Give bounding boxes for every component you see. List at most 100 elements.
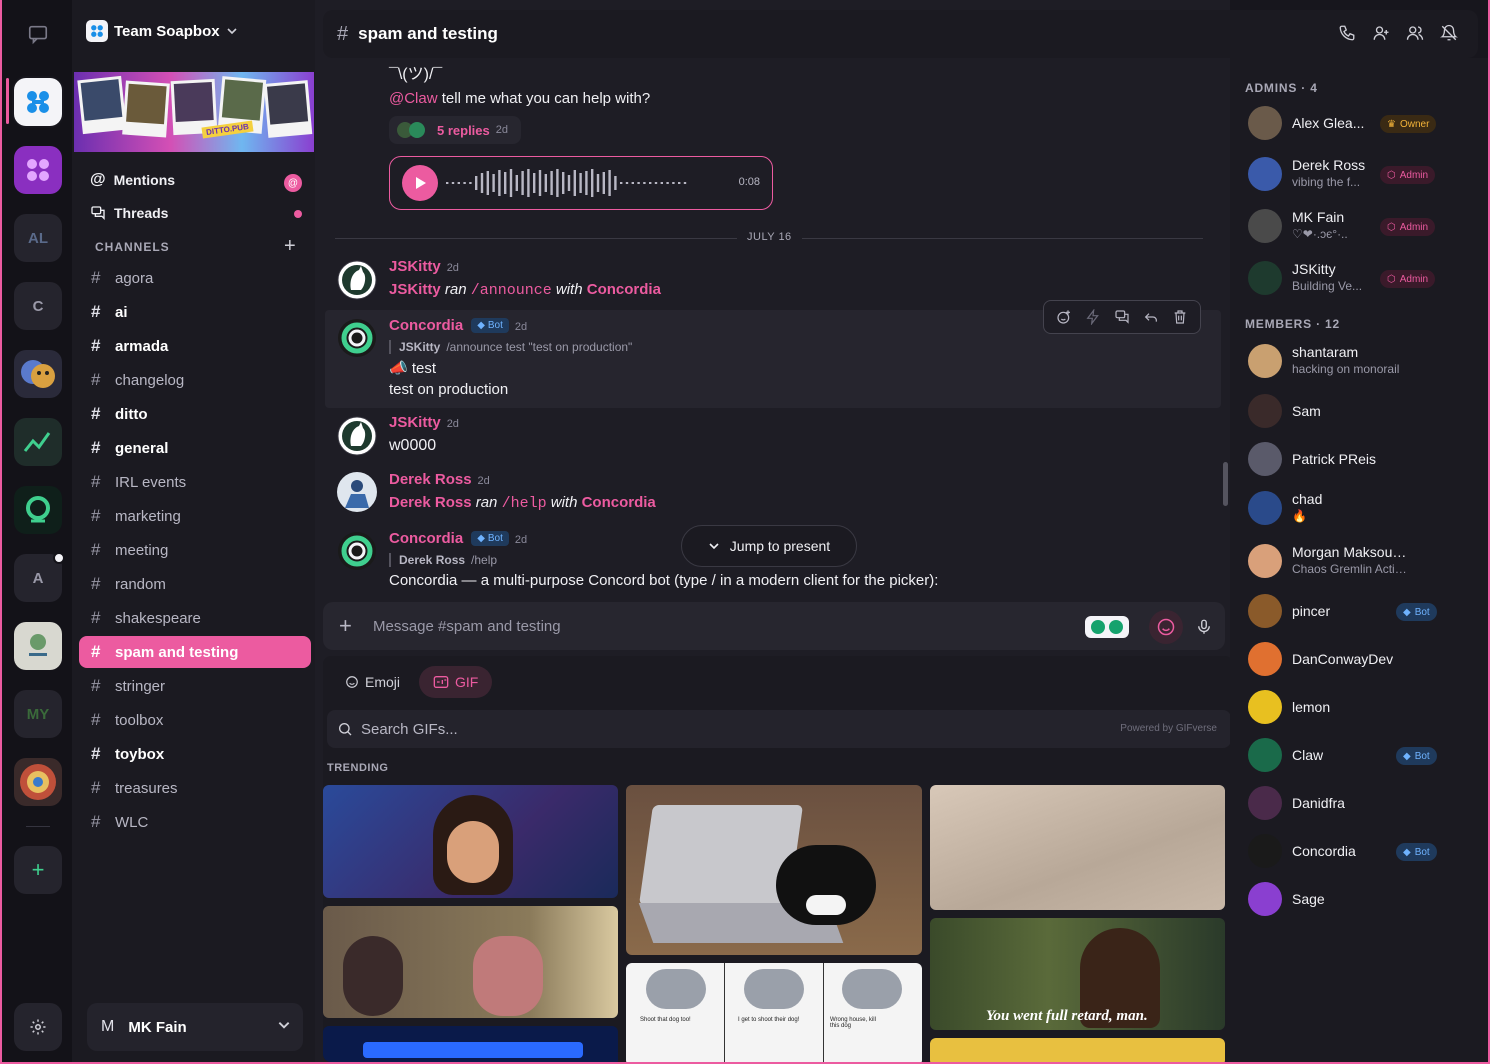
channel-item[interactable]: # toolbox [79, 704, 311, 736]
waveform-bar [446, 182, 449, 184]
gif-tile[interactable] [323, 1026, 618, 1062]
member-item[interactable]: Concordia ◆ Bot [1248, 829, 1468, 873]
avatar[interactable] [337, 531, 377, 571]
jump-to-present-button[interactable]: Jump to present [681, 525, 857, 567]
members-icon[interactable] [1406, 24, 1424, 42]
member-item[interactable]: pincer ◆ Bot [1248, 589, 1468, 633]
channel-item[interactable]: # agora [79, 262, 311, 294]
channel-item[interactable]: # ai [79, 296, 311, 328]
member-item[interactable]: lemon [1248, 685, 1468, 729]
member-item[interactable]: MK Fain ♡❤·.ɔє°·.. ⬡ Admin [1248, 204, 1468, 248]
gif-tile[interactable] [626, 785, 922, 955]
channel-item[interactable]: # armada [79, 330, 311, 362]
gif-tile[interactable]: Shoot that dog too! I get to shoot their… [626, 963, 922, 1062]
gif-tile[interactable] [930, 785, 1225, 910]
tab-gif[interactable]: GIF [419, 666, 493, 698]
play-button[interactable] [402, 165, 438, 201]
channel-item[interactable]: # stringer [79, 670, 311, 702]
emoji-button[interactable] [1149, 610, 1183, 644]
thread-icon[interactable] [1114, 309, 1130, 325]
waveform[interactable] [446, 167, 696, 199]
channel-item[interactable]: # spam and testing [79, 636, 311, 668]
mentions-link[interactable]: @ Mentions [90, 171, 175, 189]
avatar[interactable] [337, 260, 377, 300]
attach-button[interactable]: + [339, 613, 373, 639]
server-purple-soapbox[interactable] [14, 146, 62, 194]
server-team-soapbox[interactable] [14, 78, 62, 126]
channel-item[interactable]: # ditto [79, 398, 311, 430]
channel-item[interactable]: # IRL events [79, 466, 311, 498]
member-item[interactable]: Sage [1248, 877, 1468, 921]
user-panel[interactable]: M MK Fain [87, 1003, 303, 1051]
add-server-button[interactable]: + [14, 846, 62, 894]
gif-tile[interactable] [323, 906, 618, 1018]
avatar[interactable] [337, 416, 377, 456]
team-switcher[interactable]: Team Soapbox [86, 20, 238, 42]
bell-off-icon[interactable] [1440, 24, 1458, 42]
admins-header: ADMINS · 4 [1245, 81, 1318, 95]
threads-link[interactable]: Threads [90, 205, 168, 221]
trash-icon[interactable] [1172, 309, 1188, 325]
server-al[interactable]: AL [14, 214, 62, 262]
avatar[interactable] [337, 472, 377, 512]
channel-item[interactable]: # marketing [79, 500, 311, 532]
channel-item[interactable]: # meeting [79, 534, 311, 566]
add-channel-button[interactable]: + [284, 236, 296, 256]
channel-item[interactable]: # toybox [79, 738, 311, 770]
message-text: Concordia — a multi-purpose Concord bot … [389, 572, 939, 589]
add-member-icon[interactable] [1372, 24, 1390, 42]
channel-item[interactable]: # random [79, 568, 311, 600]
channel-item[interactable]: # general [79, 432, 311, 464]
reply-reference[interactable]: JSKitty/announce test "test on productio… [389, 340, 632, 354]
author-name[interactable]: Concordia [389, 530, 463, 547]
slash-command-line: JSKitty ran /announce with Concordia [389, 281, 661, 299]
server-chart[interactable] [14, 418, 62, 466]
member-item[interactable]: Claw ◆ Bot [1248, 733, 1468, 777]
member-item[interactable]: Sam [1248, 389, 1468, 433]
phone-icon[interactable] [1338, 24, 1356, 42]
avatar[interactable] [337, 318, 377, 358]
member-item[interactable]: DanConwayDev [1248, 637, 1468, 681]
tab-emoji[interactable]: Emoji [331, 666, 414, 698]
reply-icon[interactable] [1143, 309, 1159, 325]
gif-tile[interactable]: You went full retard, man. [930, 918, 1225, 1030]
channel-item[interactable]: # treasures [79, 772, 311, 804]
server-pinball[interactable] [14, 758, 62, 806]
mention-claw[interactable]: @Claw [389, 90, 438, 107]
settings-button[interactable] [14, 1003, 62, 1051]
message-input[interactable]: Message #spam and testing [373, 618, 561, 635]
chevron-down-icon[interactable] [277, 1018, 291, 1032]
member-item[interactable]: Morgan Maksoud-M... Chaos Gremlin Activel… [1248, 539, 1468, 583]
member-item[interactable]: JSKitty Building Ve... ⬡ Admin [1248, 256, 1468, 300]
member-item[interactable]: Alex Glea... ♛ Owner [1248, 101, 1468, 145]
server-my[interactable]: MY [14, 690, 62, 738]
channel-item[interactable]: # shakespeare [79, 602, 311, 634]
author-name[interactable]: Derek Ross [389, 471, 472, 488]
server-concordia[interactable] [14, 486, 62, 534]
pinball-logo-icon [20, 764, 56, 800]
member-item[interactable]: shantaram hacking on monorail [1248, 339, 1468, 383]
direct-messages-button[interactable] [14, 10, 62, 58]
add-reaction-icon[interactable] [1056, 309, 1072, 325]
reply-reference[interactable]: Derek Ross/help [389, 553, 497, 567]
gif-tile[interactable] [930, 1038, 1225, 1062]
member-item[interactable]: Danidfra [1248, 781, 1468, 825]
microphone-icon[interactable] [1195, 618, 1213, 636]
server-masks[interactable] [14, 350, 62, 398]
member-item[interactable]: Patrick PReis [1248, 437, 1468, 481]
grammarly-icon[interactable] [1085, 616, 1129, 638]
zap-icon[interactable] [1085, 309, 1101, 325]
member-item[interactable]: Derek Ross vibing the f... ⬡ Admin [1248, 152, 1468, 196]
gif-tile[interactable] [323, 785, 618, 898]
channel-item[interactable]: # changelog [79, 364, 311, 396]
gif-search-field[interactable]: Search GIFs... Powered by GIFverse [327, 710, 1231, 748]
server-c[interactable]: C [14, 282, 62, 330]
member-item[interactable]: chad 🔥 [1248, 486, 1468, 530]
author-name[interactable]: Concordia [389, 317, 463, 334]
server-stirrup[interactable] [14, 622, 62, 670]
thread-replies-button[interactable]: 5 replies 2d [389, 116, 521, 144]
channel-item[interactable]: # WLC [79, 806, 311, 838]
author-name[interactable]: JSKitty [389, 258, 441, 275]
message-scrollbar[interactable] [1223, 462, 1228, 506]
author-name[interactable]: JSKitty [389, 414, 441, 431]
